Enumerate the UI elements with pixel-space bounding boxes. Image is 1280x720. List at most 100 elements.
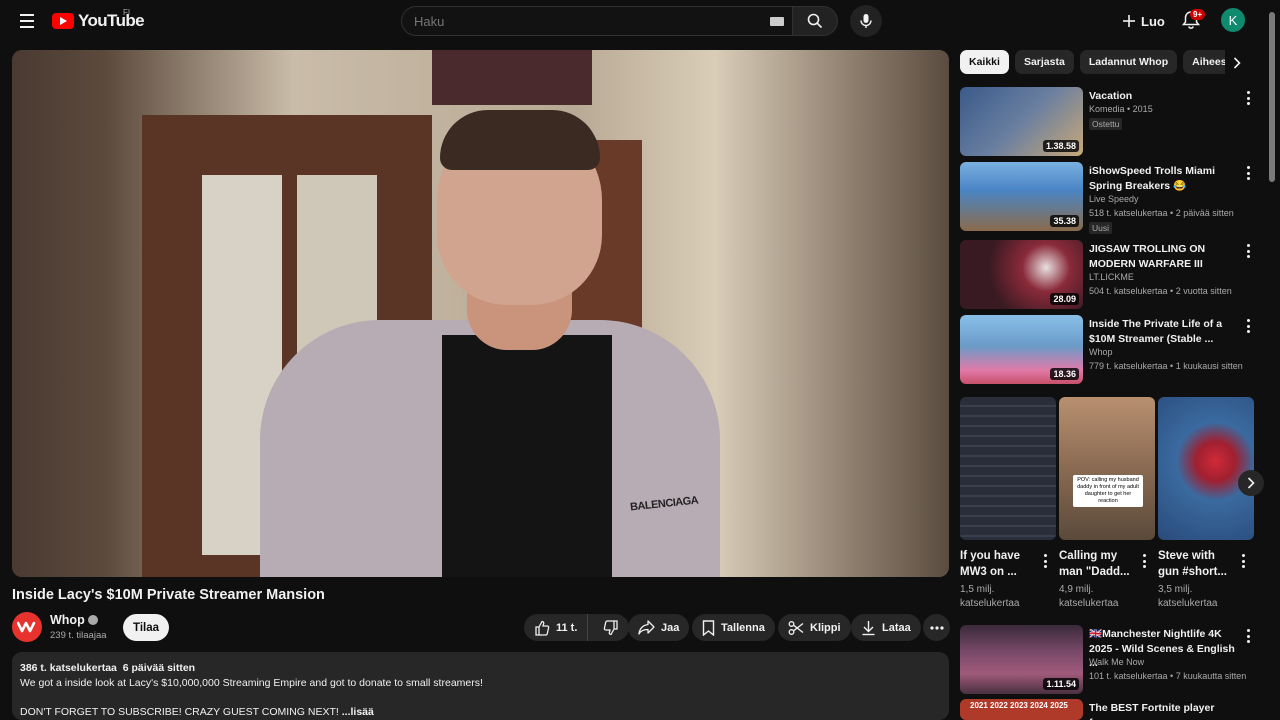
clip-button[interactable]: Klippi bbox=[778, 614, 851, 641]
duration-badge: 18.36 bbox=[1050, 368, 1079, 380]
video-frame-person-shirt bbox=[442, 335, 612, 577]
more-options-icon[interactable] bbox=[1141, 554, 1147, 568]
masthead: YouTube FI Luo 9+ K bbox=[0, 0, 1280, 42]
search-input[interactable] bbox=[414, 14, 754, 29]
short-thumbnail[interactable] bbox=[960, 397, 1056, 540]
download-button[interactable]: Lataa bbox=[851, 614, 921, 641]
voice-search-button[interactable] bbox=[850, 5, 882, 37]
thumbnail-overlay-text: 2021 2022 2023 2024 2025 bbox=[970, 701, 1068, 710]
recommendation-item[interactable]: 28.09 JIGSAW TROLLING ON MODERN WARFARE I… bbox=[960, 240, 1260, 310]
channel-name[interactable]: Walk Me Now bbox=[1089, 657, 1144, 667]
short-title-line: man "Dadd... bbox=[1059, 566, 1130, 578]
dislike-button[interactable] bbox=[594, 614, 628, 641]
shorts-shelf: If you have MW3 on ... 1,5 milj. katseluke… bbox=[960, 397, 1256, 612]
channel-name[interactable]: Komedia • 2015 bbox=[1089, 104, 1153, 114]
search-box[interactable] bbox=[401, 6, 792, 36]
shorts-next-button[interactable] bbox=[1238, 470, 1264, 496]
download-icon bbox=[862, 620, 875, 635]
chip-uploaded-by[interactable]: Ladannut Whop bbox=[1079, 50, 1178, 74]
channel-name-row[interactable]: Whop bbox=[50, 613, 98, 627]
video-title[interactable]: Vacation bbox=[1089, 89, 1239, 104]
chip-all[interactable]: Kaikki bbox=[960, 50, 1009, 74]
more-options-icon[interactable] bbox=[1245, 244, 1251, 258]
short-title-line: Calling my bbox=[1059, 550, 1118, 562]
chip-series[interactable]: Sarjasta bbox=[1014, 50, 1074, 74]
like-button[interactable]: 11 t. bbox=[524, 614, 589, 641]
like-count: 11 t. bbox=[556, 621, 578, 634]
short-title[interactable]: Steve with gun #short... bbox=[1158, 548, 1238, 580]
hamburger-menu-button[interactable] bbox=[16, 10, 38, 32]
video-title[interactable]: Inside The Private Life of a $10M Streame… bbox=[1089, 317, 1239, 346]
short-title-line: gun #short... bbox=[1158, 566, 1227, 578]
more-options-icon[interactable] bbox=[1245, 319, 1251, 333]
short-item[interactable]: Steve with gun #short... 3,5 milj. katselu… bbox=[1158, 397, 1254, 611]
video-title-line: Inside The Private Life of a bbox=[1089, 318, 1223, 330]
short-views-line: 1,5 milj. bbox=[960, 584, 995, 595]
video-thumbnail[interactable]: 1.38.58 bbox=[960, 87, 1083, 156]
channel-name[interactable]: Live Speedy bbox=[1089, 194, 1139, 204]
more-horizontal-icon bbox=[929, 625, 944, 630]
duration-badge: 35.38 bbox=[1050, 215, 1079, 227]
video-meta: 518 t. katselukertaa • 2 päivää sitten bbox=[1089, 208, 1234, 218]
channel-avatar[interactable] bbox=[12, 612, 42, 642]
duration-badge: 1.38.58 bbox=[1042, 140, 1079, 152]
video-thumbnail[interactable]: 18.36 bbox=[960, 315, 1083, 384]
video-title[interactable]: JIGSAW TROLLING ON MODERN WARFARE III bbox=[1089, 242, 1239, 271]
more-options-icon[interactable] bbox=[1245, 629, 1251, 643]
video-thumbnail[interactable]: 1.11.54 bbox=[960, 625, 1083, 694]
duration-badge: 28.09 bbox=[1050, 293, 1079, 305]
save-button[interactable]: Tallenna bbox=[692, 614, 775, 641]
video-title[interactable]: The BEST Fortnite player from bbox=[1089, 701, 1239, 720]
page-scrollbar-thumb[interactable] bbox=[1269, 12, 1275, 182]
video-thumbnail[interactable]: 35.38 bbox=[960, 162, 1083, 231]
create-button[interactable]: Luo bbox=[1112, 6, 1175, 36]
short-item[interactable]: If you have MW3 on ... 1,5 milj. katseluke… bbox=[960, 397, 1056, 611]
recommendation-item[interactable]: 35.38 iShowSpeed Trolls Miami Spring Brea… bbox=[960, 162, 1260, 234]
share-label: Jaa bbox=[661, 621, 680, 634]
more-options-icon[interactable] bbox=[1245, 166, 1251, 180]
youtube-logo[interactable]: YouTube FI bbox=[52, 8, 145, 31]
channel-name[interactable]: LT.LICKME bbox=[1089, 272, 1134, 282]
video-title[interactable]: iShowSpeed Trolls Miami Spring Breakers 😂 bbox=[1089, 164, 1239, 193]
video-thumbnail[interactable]: 28.09 bbox=[960, 240, 1083, 309]
subscribe-button[interactable]: Tilaa bbox=[123, 614, 169, 641]
share-button[interactable]: Jaa bbox=[628, 614, 690, 641]
recommendation-item[interactable]: 2021 2022 2023 2024 2025 The BEST Fortni… bbox=[960, 699, 1260, 720]
more-options-icon[interactable] bbox=[1245, 91, 1251, 105]
chevron-right-icon bbox=[1233, 57, 1241, 69]
short-thumbnail[interactable] bbox=[1158, 397, 1254, 540]
video-player[interactable]: BALENCIAGA bbox=[12, 50, 949, 577]
short-title[interactable]: If you have MW3 on ... bbox=[960, 548, 1040, 580]
short-views-line: 3,5 milj. bbox=[1158, 584, 1193, 595]
create-label: Luo bbox=[1141, 13, 1165, 29]
short-title[interactable]: Calling my man "Dadd... bbox=[1059, 548, 1139, 580]
channel-name[interactable]: Whop bbox=[1089, 347, 1113, 357]
channel-name[interactable]: Whop bbox=[50, 613, 85, 627]
chip-related[interactable]: Aiheeseen liittyvät bbox=[1183, 50, 1225, 74]
short-views-line: katselukertaa bbox=[1158, 598, 1218, 609]
more-options-icon[interactable] bbox=[1042, 554, 1048, 568]
description-box[interactable]: 386 t. katselukertaa 6 päivää sitten We … bbox=[12, 652, 949, 720]
view-count-and-date: 386 t. katselukertaa 6 päivää sitten bbox=[20, 662, 196, 674]
chips-next-button[interactable] bbox=[1228, 54, 1246, 72]
microphone-icon bbox=[860, 14, 872, 28]
video-meta: 779 t. katselukertaa • 1 kuukausi sitten bbox=[1089, 361, 1243, 371]
keyboard-icon[interactable] bbox=[770, 17, 784, 26]
short-title-line: Steve with bbox=[1158, 550, 1215, 562]
show-more-link[interactable]: ...lisää bbox=[342, 706, 374, 718]
account-avatar[interactable]: K bbox=[1221, 8, 1245, 32]
recommendation-item[interactable]: 1.11.54 🇬🇧Manchester Nightlife 4K 2025 - … bbox=[960, 625, 1260, 695]
short-views: 1,5 milj. katselukertaa bbox=[960, 583, 1056, 611]
more-options-icon[interactable] bbox=[1240, 554, 1246, 568]
video-thumbnail[interactable]: 2021 2022 2023 2024 2025 bbox=[960, 699, 1083, 720]
short-item[interactable]: POV: calling my husband daddy in front o… bbox=[1059, 397, 1155, 611]
video-meta: 504 t. katselukertaa • 2 vuotta sitten bbox=[1089, 286, 1232, 296]
short-title-line: If you have bbox=[960, 550, 1021, 562]
short-thumbnail[interactable]: POV: calling my husband daddy in front o… bbox=[1059, 397, 1155, 540]
recommendation-item[interactable]: 1.38.58 Vacation Komedia • 2015 Ostettu bbox=[960, 87, 1260, 157]
video-meta: 101 t. katselukertaa • 7 kuukautta sitte… bbox=[1089, 671, 1247, 681]
search-button[interactable] bbox=[792, 6, 838, 36]
description-line-1: We got a inside look at Lacy's $10,000,0… bbox=[20, 677, 483, 689]
recommendation-item[interactable]: 18.36 Inside The Private Life of a $10M S… bbox=[960, 315, 1260, 385]
more-actions-button[interactable] bbox=[923, 614, 950, 641]
